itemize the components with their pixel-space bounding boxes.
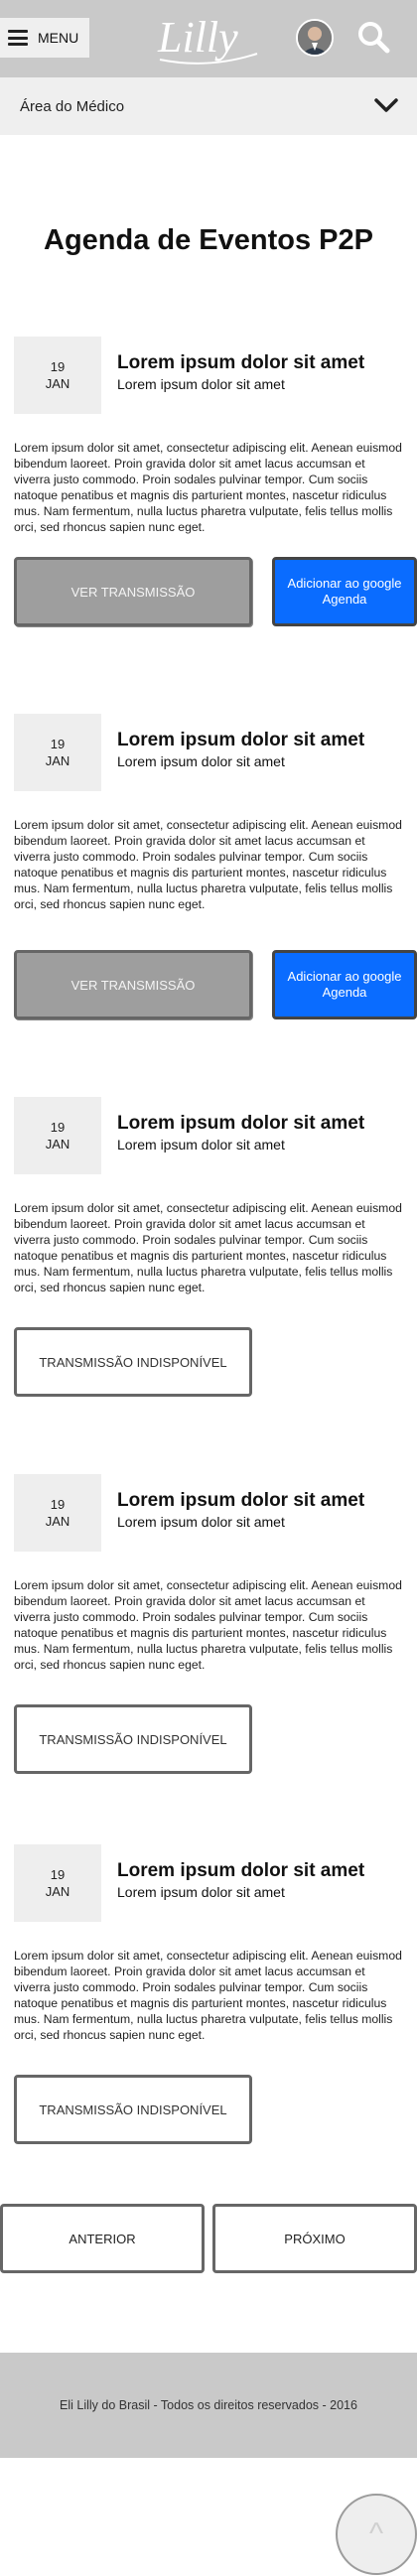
next-page-button[interactable]: PRÓXIMO	[212, 2204, 417, 2273]
previous-page-button[interactable]: ANTERIOR	[0, 2204, 205, 2273]
event-description: Lorem ipsum dolor sit amet, consectetur …	[14, 818, 402, 911]
user-avatar[interactable]	[296, 19, 334, 57]
event-month: JAN	[45, 1514, 70, 1529]
footer: Eli Lilly do Brasil - Todos os direitos …	[0, 2353, 417, 2458]
event-month: JAN	[45, 376, 70, 391]
menu-button[interactable]: MENU	[0, 18, 89, 58]
event-month: JAN	[45, 1137, 70, 1152]
event-date: 19 JAN	[14, 1844, 101, 1922]
event-day: 19	[50, 1867, 66, 1882]
event-month: JAN	[45, 1884, 70, 1899]
lilly-logo[interactable]: Lilly	[154, 12, 263, 66]
page-title: Agenda de Eventos P2P	[44, 224, 373, 256]
stream-unavailable-button[interactable]: TRANSMISSÃO INDISPONÍVEL	[14, 1704, 252, 1774]
event-day: 19	[50, 737, 66, 751]
event-title: Lorem ipsum dolor sit amet	[117, 1113, 365, 1134]
back-to-top-button[interactable]: ^	[336, 2494, 417, 2575]
add-google-calendar-button[interactable]: Adicionar ao google Agenda	[272, 950, 417, 1019]
event-date: 19 JAN	[14, 1097, 101, 1174]
event-description: Lorem ipsum dolor sit amet, consectetur …	[14, 1949, 402, 2042]
chevron-down-icon[interactable]	[373, 95, 399, 115]
footer-copyright: Eli Lilly do Brasil - Todos os direitos …	[60, 2398, 357, 2412]
top-header: MENU Lilly	[0, 0, 417, 77]
event-description: Lorem ipsum dolor sit amet, consectetur …	[14, 441, 402, 534]
event-description: Lorem ipsum dolor sit amet, consectetur …	[14, 1201, 402, 1294]
event-title: Lorem ipsum dolor sit amet	[117, 352, 365, 373]
event-month: JAN	[45, 753, 70, 768]
event-date: 19 JAN	[14, 337, 101, 414]
caret-up-icon: ^	[368, 2517, 384, 2550]
event-date: 19 JAN	[14, 1474, 101, 1552]
event-description: Lorem ipsum dolor sit amet, consectetur …	[14, 1578, 402, 1672]
area-label: Área do Médico	[20, 97, 125, 115]
event-day: 19	[50, 1497, 66, 1512]
add-google-calendar-button[interactable]: Adicionar ao google Agenda	[272, 557, 417, 626]
event-title: Lorem ipsum dolor sit amet	[117, 1860, 365, 1881]
event-subtitle: Lorem ipsum dolor sit amet	[117, 1137, 285, 1152]
event-title: Lorem ipsum dolor sit amet	[117, 1490, 365, 1511]
stream-unavailable-button[interactable]: TRANSMISSÃO INDISPONÍVEL	[14, 2075, 252, 2144]
area-selector[interactable]: Área do Médico	[0, 77, 417, 135]
hamburger-icon	[8, 30, 28, 46]
event-subtitle: Lorem ipsum dolor sit amet	[117, 1884, 285, 1900]
event-day: 19	[50, 359, 66, 374]
watch-stream-button[interactable]: VER TRANSMISSÃO	[14, 557, 252, 626]
search-icon[interactable]	[355, 19, 391, 55]
event-title: Lorem ipsum dolor sit amet	[117, 730, 365, 750]
event-subtitle: Lorem ipsum dolor sit amet	[117, 376, 285, 392]
event-subtitle: Lorem ipsum dolor sit amet	[117, 1514, 285, 1530]
menu-label: MENU	[38, 30, 79, 46]
svg-text:Lilly: Lilly	[157, 13, 238, 62]
stream-unavailable-button[interactable]: TRANSMISSÃO INDISPONÍVEL	[14, 1327, 252, 1397]
event-day: 19	[50, 1120, 66, 1135]
event-subtitle: Lorem ipsum dolor sit amet	[117, 753, 285, 769]
watch-stream-button[interactable]: VER TRANSMISSÃO	[14, 950, 252, 1019]
event-date: 19 JAN	[14, 714, 101, 791]
